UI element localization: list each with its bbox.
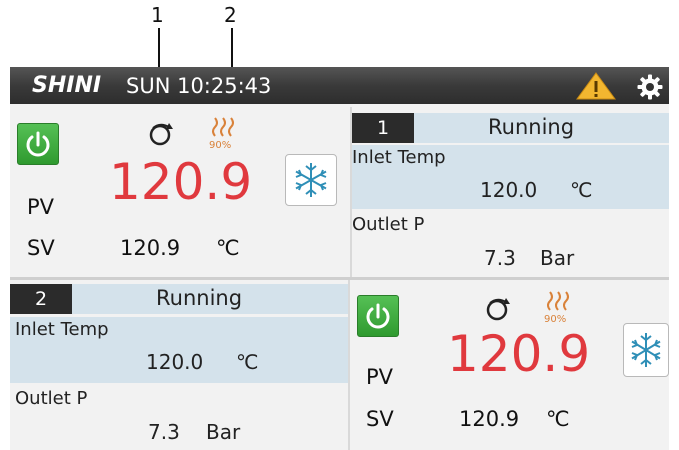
- sv-value[interactable]: 120.9: [120, 236, 180, 260]
- inlet-temp-value: 120.0: [480, 178, 538, 202]
- heater-percent: 90%: [544, 314, 567, 325]
- sv-label: SV: [366, 407, 394, 431]
- pump-icon: [146, 119, 176, 153]
- clock-display: SUN 10:25:43: [126, 74, 272, 98]
- inlet-temp-label: Inlet Temp: [15, 319, 109, 340]
- unit-2-header: 2 Running: [10, 284, 348, 314]
- status-text: Running: [156, 286, 243, 310]
- sv-unit: ℃: [216, 236, 240, 260]
- cooling-button-unit-1[interactable]: [285, 154, 337, 206]
- power-button-unit-1[interactable]: [17, 123, 59, 165]
- pump-icon: [483, 294, 513, 328]
- power-icon: [366, 303, 390, 329]
- power-button-unit-2[interactable]: [357, 295, 399, 337]
- inlet-temp-value: 120.0: [146, 350, 204, 374]
- outlet-pressure-row: Outlet P 7.3 Bar: [352, 211, 669, 275]
- outlet-pressure-row: Outlet P 7.3 Bar: [10, 385, 348, 450]
- unit-number: 2: [10, 284, 72, 314]
- divider: [348, 280, 350, 450]
- callout-1: 1: [151, 3, 164, 27]
- pv-value: 120.9: [447, 325, 591, 383]
- warning-triangle-icon[interactable]: [575, 72, 617, 104]
- pv-label: PV: [366, 365, 394, 389]
- unit-1-header: 1 Running: [352, 113, 669, 143]
- power-icon: [26, 131, 50, 157]
- outlet-pressure-unit: Bar: [540, 246, 575, 270]
- heater-percent: 90%: [209, 140, 232, 151]
- unit-number: 1: [352, 113, 414, 143]
- pv-label: PV: [27, 195, 55, 219]
- inlet-temp-row: Inlet Temp 120.0 ℃: [10, 317, 348, 383]
- cooling-button-unit-2[interactable]: [623, 323, 669, 377]
- inlet-temp-unit: ℃: [570, 178, 593, 202]
- snowflake-icon: [295, 163, 327, 197]
- outlet-pressure-unit: Bar: [206, 420, 241, 444]
- sv-unit: ℃: [546, 407, 570, 431]
- gear-icon[interactable]: [637, 74, 663, 104]
- inlet-temp-label: Inlet Temp: [352, 147, 446, 168]
- heater-icon: [543, 290, 573, 316]
- inlet-temp-row: Inlet Temp 120.0 ℃: [352, 145, 669, 209]
- outlet-pressure-value: 7.3: [148, 420, 180, 444]
- status-text: Running: [488, 115, 575, 139]
- outlet-pressure-value: 7.3: [484, 246, 516, 270]
- divider: [10, 277, 669, 280]
- callout-2: 2: [224, 3, 237, 27]
- heater-icon: [208, 116, 238, 142]
- outlet-pressure-label: Outlet P: [352, 214, 425, 235]
- sv-value[interactable]: 120.9: [459, 407, 519, 431]
- snowflake-icon: [631, 333, 661, 367]
- brand-logo: SHINI: [32, 73, 102, 98]
- inlet-temp-unit: ℃: [236, 350, 259, 374]
- pv-value: 120.9: [109, 153, 253, 211]
- outlet-pressure-label: Outlet P: [15, 388, 88, 409]
- top-bar: SHINI SUN 10:25:43: [10, 67, 669, 104]
- hmi-screen: SHINI SUN 10:25:43 90% 120.9 PV SV 120.9…: [10, 67, 669, 450]
- sv-label: SV: [27, 236, 55, 260]
